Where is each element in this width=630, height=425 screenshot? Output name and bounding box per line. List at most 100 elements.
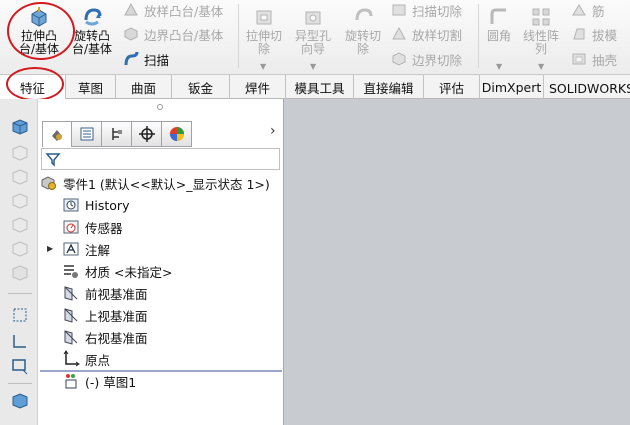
sensor-icon [63,220,79,234]
tab-label: 模具工具 [294,80,345,96]
tree-item-sketch1[interactable]: (-) 草图1 [62,371,136,391]
tree-item-material[interactable]: 材质 <未指定> [62,261,172,281]
loft-boss-label: 放样凸台/基体 [144,3,224,19]
tab-weldments[interactable]: 焊件 [230,75,286,99]
tree-item-front-plane[interactable]: 前视基准面 [62,283,148,303]
extrude-cut-label: 拉伸切 除 [245,29,282,56]
tab-direct-editing[interactable]: 直接编辑 [354,75,424,99]
boundary-cut-button[interactable]: 边界切除 [390,49,462,69]
tree-root-part[interactable]: 零件1 (默认<<默认>_显示状态 1>) [40,173,270,193]
rib-button[interactable]: 筋 [570,0,605,20]
tree-item-right-plane[interactable]: 右视基准面 [62,327,148,347]
revolve-boss-icon [84,8,102,26]
loft-boss-icon [124,2,138,16]
revolve-cut-label: 旋转切 除 [344,29,381,56]
linear-pattern-icon [532,8,550,26]
panel-grip[interactable] [157,104,163,110]
tab-dimxpert[interactable]: DimXpert [480,75,544,99]
revolve-cut-button[interactable]: 旋转切 除 [341,6,385,56]
origin-icon [63,350,80,367]
sweep-cut-button[interactable]: 扫描切除 [390,0,462,20]
cube-view-icon[interactable] [10,143,30,163]
tree-item-label: (-) 草图1 [85,374,137,390]
tab-sketch[interactable]: 草图 [66,75,116,99]
tab-label: DimXpert [481,79,542,95]
tree-item-label: 材质 <未指定> [85,264,173,280]
cube-view-icon[interactable] [10,191,30,211]
draft-button[interactable]: 拔模 [570,24,617,44]
tree-item-annotations[interactable]: 注解 [62,239,110,259]
graphics-viewport[interactable] [285,99,630,425]
toolbar-separator [8,293,32,294]
tab-solidworks-addins[interactable]: SOLIDWORKS 插 [544,75,630,99]
boundary-boss-button[interactable]: 边界凸台/基体 [122,24,223,44]
tab-label: 评估 [438,80,464,96]
sketch-rectangle-icon[interactable] [10,305,30,325]
plane-icon [64,286,78,301]
cube-view-icon[interactable] [10,215,30,235]
extrude-boss-button[interactable]: 拉伸凸 台/基体 [14,6,64,56]
fillet-button[interactable]: 圆角 [482,6,516,43]
tree-item-label: History [85,197,130,213]
tab-mold-tools[interactable]: 模具工具 [286,75,354,99]
tree-filter-box[interactable] [41,148,280,170]
chevron-right-icon[interactable]: ▶ [47,244,53,253]
loft-cut-button[interactable]: 放样切割 [390,24,462,44]
chevron-down-icon[interactable]: ▼ [496,62,502,71]
tab-evaluate[interactable]: 评估 [424,75,480,99]
tab-configuration-manager[interactable] [102,121,132,147]
chevron-down-icon[interactable]: ▼ [310,62,316,71]
tab-surfaces[interactable]: 曲面 [116,75,172,99]
cube-view-icon[interactable] [10,263,30,283]
chevron-down-icon[interactable]: ▼ [538,62,544,71]
command-manager-tabs: 特征 草图 曲面 钣金 焊件 模具工具 直接编辑 评估 DimXpert SOL… [0,75,630,99]
shell-button[interactable]: 抽壳 [570,49,617,69]
cube-view-icon[interactable] [10,167,30,187]
tab-display-manager[interactable] [162,121,192,147]
hole-wizard-button[interactable]: 异型孔 向导 [290,6,336,56]
boundary-cut-label: 边界切除 [412,52,463,68]
sketch-line-icon[interactable] [10,331,30,351]
configuration-icon [111,128,122,140]
cube-view-icon[interactable] [10,117,30,137]
linear-pattern-label: 线性阵 列 [522,29,559,56]
loft-cut-label: 放样切割 [412,27,463,43]
panel-tabs [42,121,192,147]
tree-item-label: 上视基准面 [85,308,148,324]
rib-icon [572,4,586,16]
tab-property-manager[interactable] [72,121,102,147]
tab-dimxpert-manager[interactable] [132,121,162,147]
chevron-right-icon[interactable]: › [270,123,276,139]
property-list-icon [80,127,93,141]
loft-boss-button[interactable]: 放样凸台/基体 [122,0,223,20]
appearance-icon [169,127,184,141]
sweep-button[interactable]: 扫描 [122,49,169,69]
hole-wizard-icon [305,11,321,25]
draft-label: 拔模 [592,27,618,43]
tab-features[interactable]: 特征 [0,75,66,99]
feature-tree-icon [52,129,62,141]
ribbon-separator [238,4,239,68]
extrude-cut-button[interactable]: 拉伸切 除 [242,6,286,56]
cube-view-icon[interactable] [10,391,30,411]
revolve-boss-button[interactable]: 旋转凸 台/基体 [67,6,117,56]
tree-item-label: 原点 [85,352,111,368]
material-icon [64,265,78,278]
loft-cut-icon [392,26,406,40]
tab-feature-manager[interactable] [42,121,72,147]
filter-icon[interactable] [45,151,61,167]
chevron-down-icon[interactable]: ▼ [260,62,266,71]
draft-icon [573,28,585,40]
feature-manager-panel: › 零件1 (默认<<默认>_显示状态 1>) History 传感器 ▶ 注解… [38,99,284,425]
tree-item-top-plane[interactable]: 上视基准面 [62,305,148,325]
sketch-box-icon[interactable] [10,357,30,377]
tree-item-origin[interactable]: 原点 [62,349,110,369]
boundary-cut-icon [392,52,406,66]
tree-item-history[interactable]: History [62,195,129,215]
tab-sheet-metal[interactable]: 钣金 [172,75,230,99]
cube-view-icon[interactable] [10,239,30,259]
sketch-icon [65,374,77,389]
toolbar-separator [8,383,32,384]
linear-pattern-button[interactable]: 线性阵 列 [518,6,564,56]
tree-item-sensors[interactable]: 传感器 [62,217,123,237]
